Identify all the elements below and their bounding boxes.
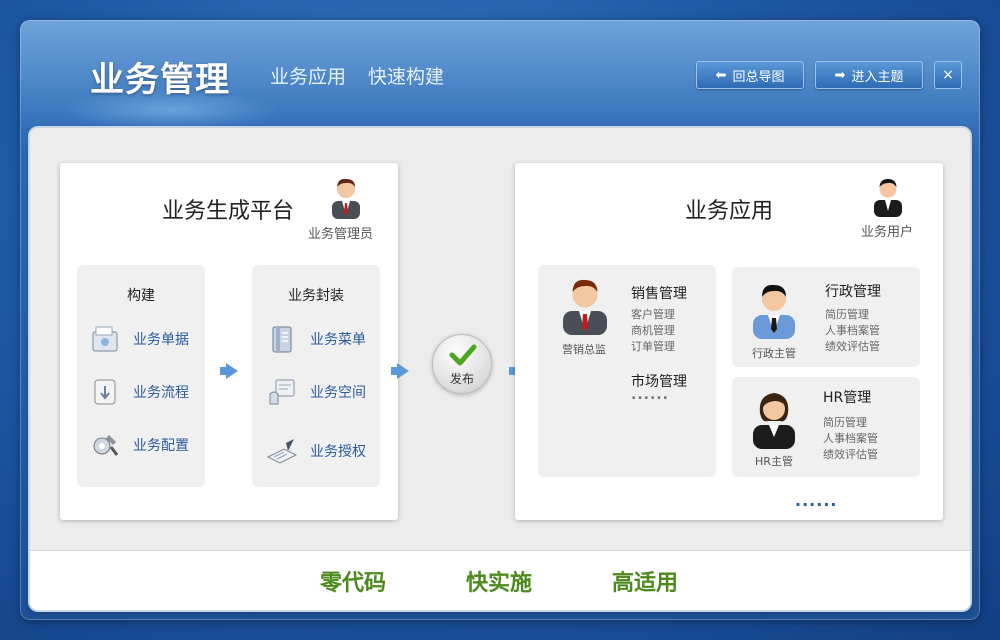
sign-pen-icon <box>266 439 298 464</box>
user-avatar-icon <box>874 179 902 217</box>
admin-avatar-icon <box>332 178 360 219</box>
admin-sub-performance[interactable]: 绩效评估管 <box>825 339 880 355</box>
arrow-left-icon: ⬅ <box>715 67 727 83</box>
close-icon: × <box>942 67 954 83</box>
sales-sub-order[interactable]: 订单管理 <box>631 339 675 355</box>
package-item-space-label: 业务空间 <box>310 385 366 401</box>
platform-panel: 业务生成平台 业务管理员 构建 业务单据 业务流程 业务配置 业务封装 业务菜单… <box>60 163 398 520</box>
flow-arrow-icon <box>397 363 409 379</box>
header-subtitle-app: 业务应用 <box>270 66 347 88</box>
publish-button[interactable]: 发布 <box>432 334 492 394</box>
application-panel: 业务应用 业务用户 营销总监 销售管理 客户管理 商机管理 订单管理 市场管理 … <box>515 163 943 520</box>
build-item-config[interactable]: 业务配置 <box>89 429 189 461</box>
hr-sub-performance[interactable]: 绩效评估管 <box>823 447 878 463</box>
build-item-form[interactable]: 业务单据 <box>89 323 189 355</box>
admin-director-avatar-icon <box>753 284 795 339</box>
workspace-icon <box>269 379 295 405</box>
package-item-menu-label: 业务菜单 <box>310 332 366 348</box>
app-title: 业务管理 <box>90 60 230 100</box>
admin-sub-resume[interactable]: 简历管理 <box>825 307 869 323</box>
package-item-auth[interactable]: 业务授权 <box>266 435 366 467</box>
close-button[interactable]: × <box>934 61 962 89</box>
sales-director-name: 营销总监 <box>562 343 606 356</box>
hr-sub-resume[interactable]: 简历管理 <box>823 415 867 431</box>
publish-label: 发布 <box>449 372 474 386</box>
scroll-flow-icon <box>94 379 116 405</box>
slogan-high-fit: 高适用 <box>612 571 679 596</box>
application-title: 业务应用 <box>685 199 774 224</box>
enter-theme-label: 进入主题 <box>851 69 904 85</box>
hr-mgmt-title[interactable]: HR管理 <box>823 387 871 407</box>
header-subtitle-build: 快速构建 <box>368 66 445 88</box>
admin-director-name: 行政主管 <box>752 347 796 360</box>
arrow-right-icon: ➡ <box>834 67 846 83</box>
sales-card: 营销总监 销售管理 客户管理 商机管理 订单管理 市场管理 ...... <box>538 265 716 477</box>
sales-director-avatar-icon <box>563 279 607 335</box>
build-card-title: 构建 <box>127 288 155 304</box>
application-role-label: 业务用户 <box>861 225 914 240</box>
package-card: 业务封装 业务菜单 业务空间 业务授权 <box>252 265 380 487</box>
sales-sub-customer[interactable]: 客户管理 <box>631 307 675 323</box>
admin-mgmt-title[interactable]: 行政管理 <box>825 281 881 301</box>
enter-theme-button[interactable]: ➡ 进入主题 <box>815 61 923 89</box>
tools-icon <box>93 435 119 456</box>
checkmark-icon <box>449 344 477 366</box>
more-apps-dots[interactable]: ...... <box>795 491 837 510</box>
back-to-overview-label: 回总导图 <box>732 69 785 85</box>
footer-bar: 零代码 快实施 高适用 <box>30 550 970 610</box>
hr-sub-records[interactable]: 人事档案管 <box>823 431 878 447</box>
package-item-auth-label: 业务授权 <box>310 444 366 460</box>
build-item-flow[interactable]: 业务流程 <box>89 376 189 408</box>
admin-card: 行政主管 行政管理 简历管理 人事档案管 绩效评估管 <box>732 267 920 367</box>
build-card: 构建 业务单据 业务流程 业务配置 <box>77 265 205 487</box>
flow-arrow-icon <box>226 363 238 379</box>
document-icon <box>92 326 118 352</box>
sales-mgmt-title[interactable]: 销售管理 <box>631 283 687 303</box>
sales-sub-opportunity[interactable]: 商机管理 <box>631 323 675 339</box>
package-item-space[interactable]: 业务空间 <box>266 376 366 408</box>
book-icon <box>272 326 292 353</box>
package-card-title: 业务封装 <box>288 288 344 304</box>
platform-title: 业务生成平台 <box>162 199 295 224</box>
admin-sub-records[interactable]: 人事档案管 <box>825 323 880 339</box>
market-more-dots: ...... <box>631 387 669 403</box>
slogan-zero-code: 零代码 <box>320 571 387 596</box>
hr-card: HR主管 HR管理 简历管理 人事档案管 绩效评估管 <box>732 377 920 477</box>
hr-director-name: HR主管 <box>755 455 793 468</box>
slogan-fast-impl: 快实施 <box>466 571 533 596</box>
platform-role-label: 业务管理员 <box>308 227 374 242</box>
package-item-menu[interactable]: 业务菜单 <box>266 323 366 355</box>
back-to-overview-button[interactable]: ⬅ 回总导图 <box>696 61 804 89</box>
hr-director-avatar-icon <box>753 393 795 449</box>
build-item-form-label: 业务单据 <box>133 332 189 348</box>
build-item-config-label: 业务配置 <box>133 438 189 454</box>
build-item-flow-label: 业务流程 <box>133 385 189 401</box>
